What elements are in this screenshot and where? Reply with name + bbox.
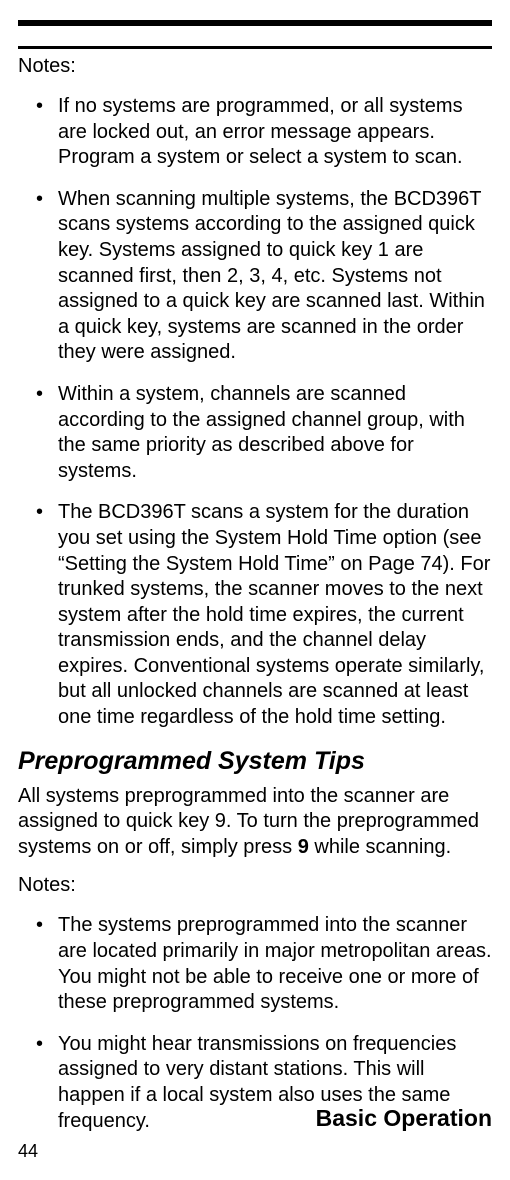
bullet-text: When scanning multiple systems, the BCD3… — [58, 187, 492, 366]
list-item: • When scanning multiple systems, the BC… — [36, 187, 492, 366]
paragraph: All systems preprogrammed into the scann… — [18, 784, 492, 861]
section-heading: Preprogrammed System Tips — [18, 747, 492, 776]
bullet-text: The systems preprogrammed into the scann… — [58, 913, 492, 1015]
bullet-text: The BCD396T scans a system for the durat… — [58, 500, 492, 730]
bullet-icon: • — [36, 1032, 58, 1134]
top-rule-thick — [18, 20, 492, 26]
top-rule-thin — [18, 46, 492, 49]
list-item: • The systems preprogrammed into the sca… — [36, 913, 492, 1015]
notes-label-2: Notes: — [18, 874, 492, 897]
bullet-icon: • — [36, 913, 58, 1015]
notes-label-1: Notes: — [18, 55, 492, 78]
bullet-icon: • — [36, 187, 58, 366]
bullet-list-2: • The systems preprogrammed into the sca… — [18, 913, 492, 1134]
list-item: • Within a system, channels are scanned … — [36, 382, 492, 484]
bullet-list-1: • If no systems are programmed, or all s… — [18, 94, 492, 731]
page-number: 44 — [18, 1141, 38, 1162]
bullet-icon: • — [36, 94, 58, 171]
footer-title: Basic Operation — [316, 1105, 492, 1132]
paragraph-bold-key: 9 — [298, 836, 309, 858]
bullet-icon: • — [36, 500, 58, 730]
bullet-text: If no systems are programmed, or all sys… — [58, 94, 492, 171]
list-item: • The BCD396T scans a system for the dur… — [36, 500, 492, 730]
bullet-text: Within a system, channels are scanned ac… — [58, 382, 492, 484]
bullet-icon: • — [36, 382, 58, 484]
list-item: • If no systems are programmed, or all s… — [36, 94, 492, 171]
paragraph-part-2: while scanning. — [309, 836, 451, 858]
